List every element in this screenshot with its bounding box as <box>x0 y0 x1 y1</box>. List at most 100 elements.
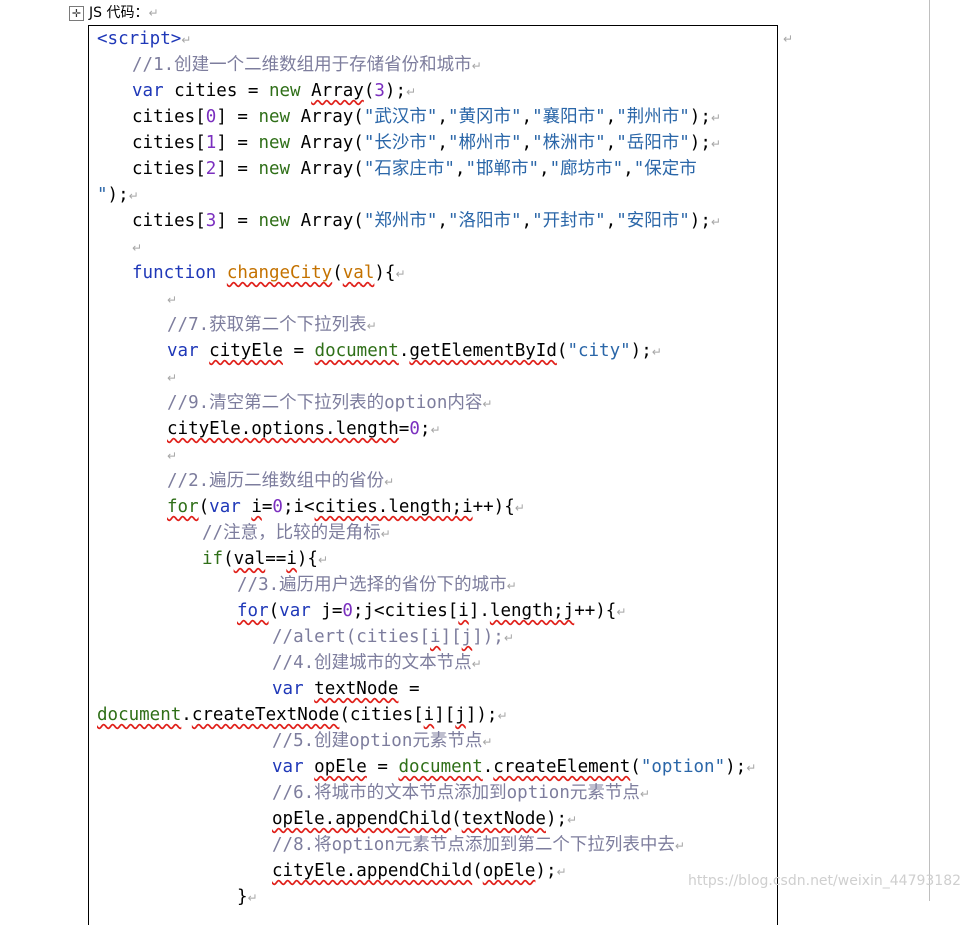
code-token: ;i< <box>282 497 315 517</box>
code-line: var opEle = document.createElement("opti… <box>97 754 777 780</box>
code-token: val <box>342 263 375 283</box>
code-token: val <box>233 549 266 569</box>
code-token: ++){ <box>574 601 617 621</box>
code-token: ;j<cities[ <box>352 601 459 621</box>
code-token: "岳阳市" <box>616 133 690 153</box>
code-token: ); <box>535 861 557 881</box>
code-token: = <box>398 679 420 699</box>
code-token: 3 <box>374 81 385 101</box>
code-line: var cities = new Array(3);↵ <box>97 78 777 104</box>
code-token: //4.创建城市的文本节点 <box>272 653 472 673</box>
code-token: = <box>261 497 273 517</box>
code-line: opEle.appendChild(textNode);↵ <box>97 806 777 832</box>
code-token: "襄阳市" <box>532 107 606 127</box>
code-line: }↵ <box>97 884 777 910</box>
code-token: cities[ <box>132 107 206 127</box>
code-token: } <box>237 887 248 907</box>
code-token: //2.遍历二维数组中的省份 <box>167 471 385 491</box>
paragraph-mark-icon: ↵ <box>317 553 328 567</box>
code-token: ); <box>384 81 406 101</box>
code-token: ++){ <box>472 497 515 517</box>
code-line: ↵ <box>97 364 777 390</box>
code-token: Array( <box>290 107 364 127</box>
code-line: //8.将option元素节点添加到第二个下拉列表中去↵ <box>97 832 777 858</box>
code-token: ( <box>363 81 375 101</box>
code-token: ); <box>689 133 711 153</box>
code-token: cities[ <box>132 159 206 179</box>
paragraph-mark-icon: ↵ <box>167 293 178 307</box>
code-line: cities[1] = new Array("长沙市","郴州市","株洲市",… <box>97 130 777 156</box>
code-token: //alert(cities[ <box>272 627 431 647</box>
code-token: , <box>605 211 617 231</box>
code-token: i <box>423 705 435 725</box>
code-token: ); <box>725 757 747 777</box>
paragraph-mark-icon: ↵ <box>247 891 258 905</box>
code-token: ] = <box>216 159 259 179</box>
paragraph-mark-icon: ↵ <box>395 267 406 281</box>
code-token: new <box>258 133 291 153</box>
code-token: //8.将option元素节点添加到第二个下拉列表中去 <box>272 835 675 855</box>
code-token: cities.length;i <box>314 497 473 517</box>
code-token: cities[ <box>132 133 206 153</box>
code-token: ( <box>556 341 568 361</box>
code-token: 0 <box>342 601 353 621</box>
end-of-cell-mark-icon: ↵ <box>783 32 794 46</box>
code-token: i <box>286 549 297 569</box>
code-line: for(var i=0;i<cities.length;i++){↵ <box>97 494 777 520</box>
code-token: "洛阳市" <box>447 211 522 231</box>
code-token: = <box>398 419 410 439</box>
code-line: if(val==i){↵ <box>97 546 777 572</box>
code-token: ); <box>107 185 129 205</box>
code-line: //3.遍历用户选择的省份下的城市↵ <box>97 572 777 598</box>
paragraph-mark-icon: ↵ <box>482 735 493 749</box>
code-table-cell[interactable]: <script>↵//1.创建一个二维数组用于存储省份和城市↵ var citie… <box>88 25 778 925</box>
paragraph-mark-icon: ↵ <box>167 371 178 385</box>
code-token: i <box>458 601 469 621</box>
code-token: cityEle <box>209 341 283 361</box>
code-token: var <box>272 679 304 699</box>
code-token: <script> <box>97 29 182 49</box>
code-token: new <box>258 107 291 127</box>
code-token: cities = <box>163 81 269 101</box>
code-token: Array <box>311 81 364 101</box>
code-token: j <box>461 627 473 647</box>
paragraph-mark-icon: ↵ <box>503 631 514 645</box>
paragraph-mark-icon: ↵ <box>471 59 482 73</box>
code-token: "option" <box>640 757 726 777</box>
code-token: 0 <box>409 419 420 439</box>
paragraph-mark-icon: ↵ <box>430 423 441 437</box>
paragraph-mark-icon: ↵ <box>746 761 757 775</box>
page-right-edge <box>929 0 930 901</box>
code-token: = <box>366 757 399 777</box>
code-token: opEle <box>314 757 367 777</box>
code-token: Array( <box>290 159 364 179</box>
code-token: textNode <box>461 809 546 829</box>
code-token: var <box>279 601 311 621</box>
code-token: new <box>268 81 301 101</box>
code-token: var <box>132 81 164 101</box>
code-token: "株洲市" <box>532 133 606 153</box>
code-token: document <box>398 757 483 777</box>
code-token: , <box>521 211 533 231</box>
code-token: opEle.appendChild <box>272 809 452 829</box>
paragraph-mark-icon: ↵ <box>506 579 517 593</box>
code-line: cityEle.options.length=0;↵ <box>97 416 777 442</box>
code-token: , <box>605 133 617 153</box>
code-token: 1 <box>205 133 217 153</box>
code-token: ; <box>419 419 431 439</box>
code-token: createElement <box>493 757 631 777</box>
code-token: //5.创建option元素节点 <box>272 731 483 751</box>
paragraph-mark-icon: ↵ <box>710 215 721 229</box>
paragraph-mark-icon: ↵ <box>167 449 178 463</box>
paragraph-mark-icon: ↵ <box>181 33 192 47</box>
code-token: j <box>455 705 466 725</box>
code-line: function changeCity(val){↵ <box>97 260 777 286</box>
code-token: ); <box>545 809 568 829</box>
code-token: ); <box>689 107 711 127</box>
code-line: //4.创建城市的文本节点↵ <box>97 650 777 676</box>
code-token: var <box>167 341 199 361</box>
code-token: length;j <box>489 601 575 621</box>
code-caption: JS 代码：↵ <box>89 3 159 23</box>
table-move-handle-icon[interactable]: ✛ <box>69 6 84 21</box>
